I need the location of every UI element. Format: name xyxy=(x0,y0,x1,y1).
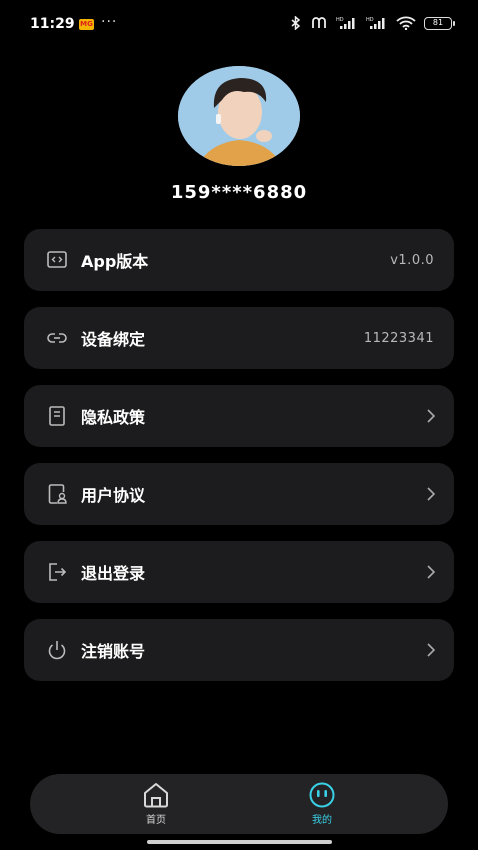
app-notification-icon: MG xyxy=(79,19,94,30)
svg-text:HD: HD xyxy=(366,17,374,23)
tab-home-label: 首页 xyxy=(146,815,166,826)
menu-item-app-version[interactable]: App版本 v1.0.0 xyxy=(24,229,454,291)
menu-item-delete-account[interactable]: 注销账号 xyxy=(24,619,454,681)
earbuds-icon xyxy=(312,17,326,28)
bottom-nav: 首页 我的 xyxy=(30,774,448,834)
bluetooth-icon xyxy=(291,16,301,30)
menu-item-logout[interactable]: 退出登录 xyxy=(24,541,454,603)
user-doc-icon xyxy=(48,484,67,504)
more-notifications-icon: ··· xyxy=(101,14,118,30)
signal-hd-1-icon: HD xyxy=(336,17,355,29)
menu-item-label: 注销账号 xyxy=(81,642,146,661)
wifi-icon xyxy=(396,16,416,30)
chevron-right-icon xyxy=(427,565,436,579)
home-icon xyxy=(144,783,168,808)
avatar[interactable] xyxy=(178,66,300,166)
avatar-image xyxy=(178,66,300,166)
tab-mine-label: 我的 xyxy=(312,815,332,826)
tab-home[interactable]: 首页 xyxy=(126,782,186,826)
menu-item-label: 用户协议 xyxy=(81,486,146,505)
menu-item-device-binding[interactable]: 设备绑定 11223341 xyxy=(24,307,454,369)
menu-item-label: 隐私政策 xyxy=(81,408,146,427)
chevron-right-icon xyxy=(427,487,436,501)
menu-item-label: App版本 xyxy=(81,252,149,271)
logout-icon xyxy=(49,563,67,581)
app-version-value: v1.0.0 xyxy=(390,252,434,268)
menu-item-privacy-policy[interactable]: 隐私政策 xyxy=(24,385,454,447)
menu-item-user-agreement[interactable]: 用户协议 xyxy=(24,463,454,525)
menu-item-label: 退出登录 xyxy=(81,564,146,583)
signal-hd-2-icon: HD xyxy=(366,17,385,29)
home-indicator[interactable] xyxy=(147,840,332,844)
menu-item-label: 设备绑定 xyxy=(81,330,146,349)
chevron-right-icon xyxy=(427,409,436,423)
chevron-right-icon xyxy=(427,643,436,657)
link-icon xyxy=(47,333,67,343)
power-icon xyxy=(48,641,66,660)
tab-mine[interactable]: 我的 xyxy=(292,782,352,826)
settings-menu: App版本 v1.0.0 设备绑定 11223341 隐私政策 用户协议 退出登… xyxy=(24,229,454,697)
smiley-icon xyxy=(309,782,335,808)
code-icon xyxy=(47,251,67,268)
status-time: 11:29 xyxy=(30,16,75,32)
status-icons: HD HD 81 xyxy=(290,16,455,30)
user-phone: 159****6880 xyxy=(170,182,308,203)
device-id-value: 11223341 xyxy=(363,330,434,346)
battery-icon: 81 xyxy=(424,16,455,30)
svg-text:HD: HD xyxy=(336,17,344,23)
status-bar: 11:29 MG ··· HD HD 81 xyxy=(0,0,478,52)
document-icon xyxy=(49,406,65,426)
